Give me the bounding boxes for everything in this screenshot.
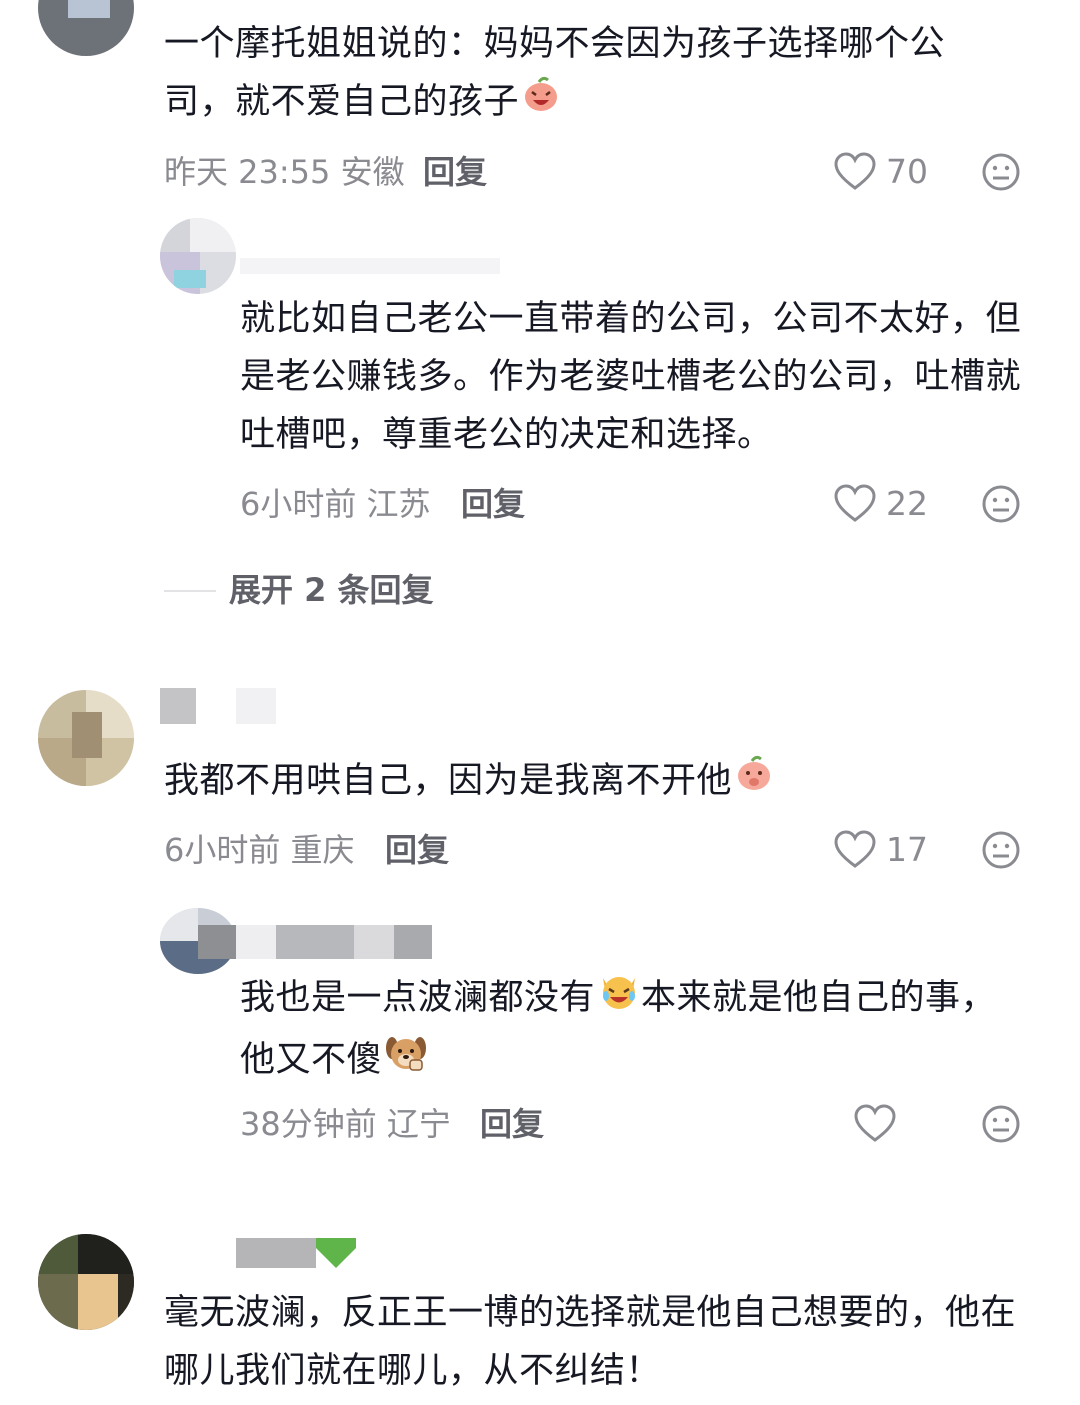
dog-emoji-icon bbox=[384, 1030, 428, 1092]
username-redacted bbox=[276, 925, 354, 959]
laughing-cat-emoji-icon bbox=[597, 968, 641, 1030]
comment-meta: 6小时前 江苏 bbox=[240, 485, 431, 523]
username-redacted bbox=[354, 925, 394, 959]
like-count: 70 bbox=[886, 152, 928, 191]
avatar[interactable] bbox=[38, 0, 134, 56]
comment-text: 毫无波澜，反正王一博的选择就是他自己想要的，他在哪儿我们就在哪儿，从不纠结！ bbox=[164, 1293, 1017, 1391]
reply-button[interactable]: 回复 bbox=[480, 1104, 544, 1144]
username-redacted bbox=[236, 925, 276, 959]
meh-face-icon[interactable] bbox=[981, 830, 1021, 874]
username-redacted bbox=[198, 925, 236, 959]
like-count: 22 bbox=[886, 484, 928, 523]
meh-face-icon[interactable] bbox=[981, 152, 1021, 196]
heart-outline-icon[interactable] bbox=[834, 152, 876, 196]
comment-text: 我也是一点波澜都没有 本来就是他自己的事，他又不傻 bbox=[240, 968, 1030, 1092]
expand-replies-button[interactable]: 展开 2 条回复 bbox=[229, 570, 434, 610]
meh-face-icon[interactable] bbox=[981, 1104, 1021, 1148]
comment-text: 一个摩托姐姐说的：妈妈不会因为孩子选择哪个公司，就不爱自己的孩子 bbox=[164, 15, 1004, 132]
username-redacted bbox=[236, 688, 276, 724]
comment-meta: 38分钟前 辽宁 bbox=[240, 1105, 451, 1143]
avatar[interactable] bbox=[160, 218, 236, 294]
comment-meta: 昨天 23:55 安徽 bbox=[164, 153, 405, 191]
peach-shy-emoji-icon bbox=[734, 753, 774, 811]
avatar[interactable] bbox=[38, 690, 134, 786]
comment-text: 我都不用哄自己，因为是我离不开他 bbox=[164, 752, 1024, 811]
like-count: 17 bbox=[886, 830, 928, 869]
reply-button[interactable]: 回复 bbox=[461, 484, 525, 524]
username-redacted bbox=[160, 688, 196, 724]
heart-outline-icon[interactable] bbox=[834, 830, 876, 874]
reply-button[interactable]: 回复 bbox=[385, 830, 449, 870]
expand-divider bbox=[164, 590, 216, 592]
username-redacted bbox=[236, 1238, 316, 1268]
username-redacted bbox=[394, 925, 432, 959]
username-redacted bbox=[240, 258, 500, 274]
peach-laugh-emoji-icon bbox=[521, 74, 561, 132]
verified-badge-icon bbox=[316, 1238, 356, 1274]
meh-face-icon[interactable] bbox=[981, 484, 1021, 528]
heart-outline-icon[interactable] bbox=[834, 484, 876, 528]
reply-button[interactable]: 回复 bbox=[423, 152, 487, 192]
heart-outline-icon[interactable] bbox=[854, 1104, 896, 1148]
avatar[interactable] bbox=[38, 1234, 134, 1330]
comment-meta: 6小时前 重庆 bbox=[164, 831, 355, 869]
comment-text: 就比如自己老公一直带着的公司，公司不太好，但是老公赚钱多。作为老婆吐槽老公的公司… bbox=[240, 299, 1022, 455]
